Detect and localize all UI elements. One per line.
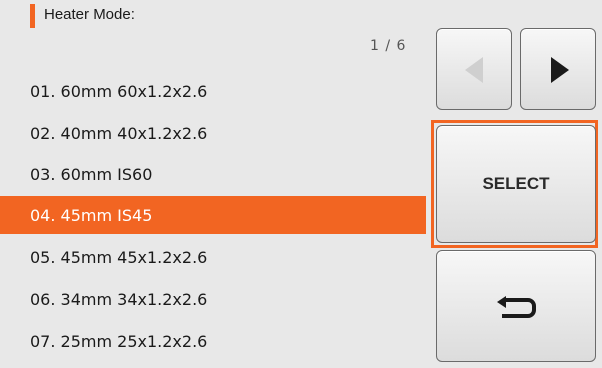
triangle-left-icon: [465, 57, 483, 83]
header-accent-bar: [30, 4, 35, 28]
list-item[interactable]: 06. 34mm 34x1.2x2.6: [0, 280, 426, 318]
heater-mode-screen: Heater Mode: 1 / 6 01. 60mm 60x1.2x2.6 0…: [0, 0, 602, 368]
list-item-label: 03. 60mm IS60: [30, 164, 153, 184]
list-item[interactable]: 03. 60mm IS60: [0, 155, 426, 193]
next-page-button[interactable]: [520, 28, 596, 110]
triangle-right-icon: [551, 57, 569, 83]
list-item-label: 05. 45mm 45x1.2x2.6: [30, 247, 208, 267]
list-item[interactable]: 05. 45mm 45x1.2x2.6: [0, 238, 426, 276]
select-button[interactable]: SELECT: [436, 125, 596, 243]
list-item-label: 07. 25mm 25x1.2x2.6: [30, 331, 208, 351]
return-arrow-icon: [497, 296, 536, 318]
back-button[interactable]: [436, 250, 596, 362]
select-button-label: SELECT: [482, 174, 550, 193]
list-item-label: 02. 40mm 40x1.2x2.6: [30, 123, 208, 143]
list-item[interactable]: 02. 40mm 40x1.2x2.6: [0, 114, 426, 152]
list-item-label: 01. 60mm 60x1.2x2.6: [30, 81, 208, 101]
page-counter: 1 / 6: [370, 38, 407, 54]
list-item-label: 04. 45mm IS45: [30, 205, 153, 225]
page-title: Heater Mode:: [44, 6, 135, 23]
heater-mode-list: 1 / 6 01. 60mm 60x1.2x2.6 02. 40mm 40x1.…: [0, 34, 426, 368]
prev-page-button[interactable]: [436, 28, 512, 110]
list-item[interactable]: 01. 60mm 60x1.2x2.6: [0, 72, 426, 110]
list-item[interactable]: 07. 25mm 25x1.2x2.6: [0, 322, 426, 360]
list-item-selected[interactable]: 04. 45mm IS45: [0, 196, 426, 234]
list-item-label: 06. 34mm 34x1.2x2.6: [30, 289, 208, 309]
